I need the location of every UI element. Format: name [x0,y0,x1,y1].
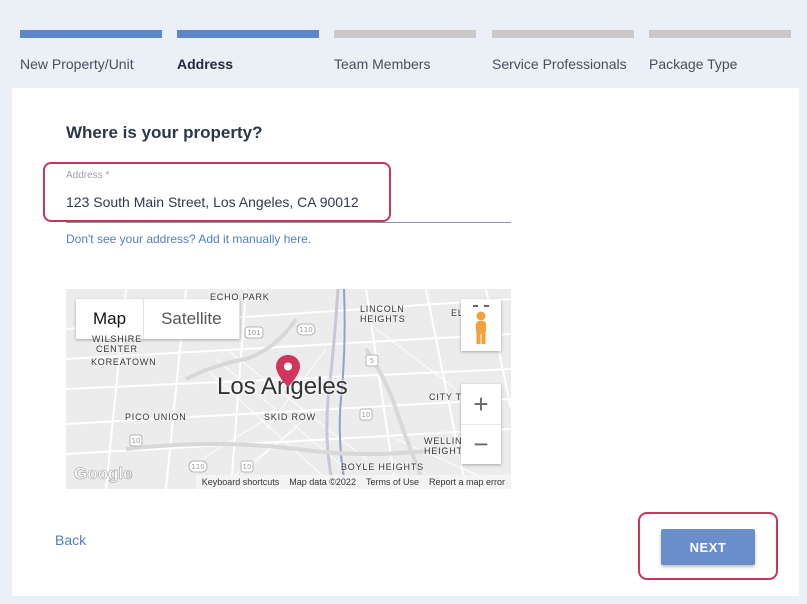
step-service-professionals: Service Professionals [492,30,634,72]
report-map-error-link[interactable]: Report a map error [429,477,505,487]
step-bar [177,30,319,38]
pegman-icon [473,305,489,344]
svg-text:110: 110 [191,463,204,471]
step-bar [20,30,162,38]
step-label: New Property/Unit [20,56,134,72]
map-data-text: Map data ©2022 [289,477,356,487]
map-attribution-bar: Keyboard shortcuts Map data ©2022 Terms … [195,475,511,489]
add-address-manually-link[interactable]: Don't see your address? Add it manually … [66,232,311,246]
svg-text:10: 10 [362,411,371,419]
svg-text:10: 10 [243,463,252,471]
route-shield: 101 [244,326,264,339]
zoom-control: + − [461,384,501,464]
route-shield: 10 [240,460,254,473]
location-pin-icon[interactable] [276,355,300,387]
zoom-out-button[interactable]: − [461,424,501,464]
terms-of-use-link[interactable]: Terms of Use [366,477,419,487]
step-label: Address [177,56,234,72]
keyboard-shortcuts-link[interactable]: Keyboard shortcuts [202,477,280,487]
google-logo: Google [74,464,133,484]
next-button[interactable]: NEXT [661,529,755,565]
page-title: Where is your property? [66,123,263,142]
address-field[interactable]: Address * 123 South Main Street, Los Ang… [66,168,511,223]
route-shield: 110 [296,323,316,336]
step-team-members: Team Members [334,30,476,72]
back-button[interactable]: Back [55,532,86,548]
svg-text:10: 10 [132,437,141,445]
step-package-type: Package Type [649,30,791,72]
zoom-in-button[interactable]: + [461,384,501,424]
route-shield: 10 [359,408,373,421]
svg-text:110: 110 [299,326,312,334]
progress-stepper: New Property/Unit Address Team Members S… [0,0,807,88]
step-label: Team Members [334,56,431,72]
svg-text:101: 101 [247,329,260,337]
step-bar [649,30,791,38]
map[interactable]: Map Satellite ECHO PARK LINCOLN HEIGHTS … [66,289,511,489]
step-bar [492,30,634,38]
svg-text:5: 5 [370,357,374,365]
step-label: Package Type [649,56,738,72]
address-label: Address * [66,170,110,181]
step-bar [334,30,476,38]
step-new-property-unit: New Property/Unit [20,30,162,72]
address-input[interactable]: 123 South Main Street, Los Angeles, CA 9… [66,194,359,210]
route-shield: 10 [129,434,143,447]
street-view-control[interactable] [461,299,501,351]
route-shield: 110 [188,460,208,473]
route-shield: 5 [365,354,379,367]
step-address: Address [177,30,319,72]
step-label: Service Professionals [492,56,627,72]
